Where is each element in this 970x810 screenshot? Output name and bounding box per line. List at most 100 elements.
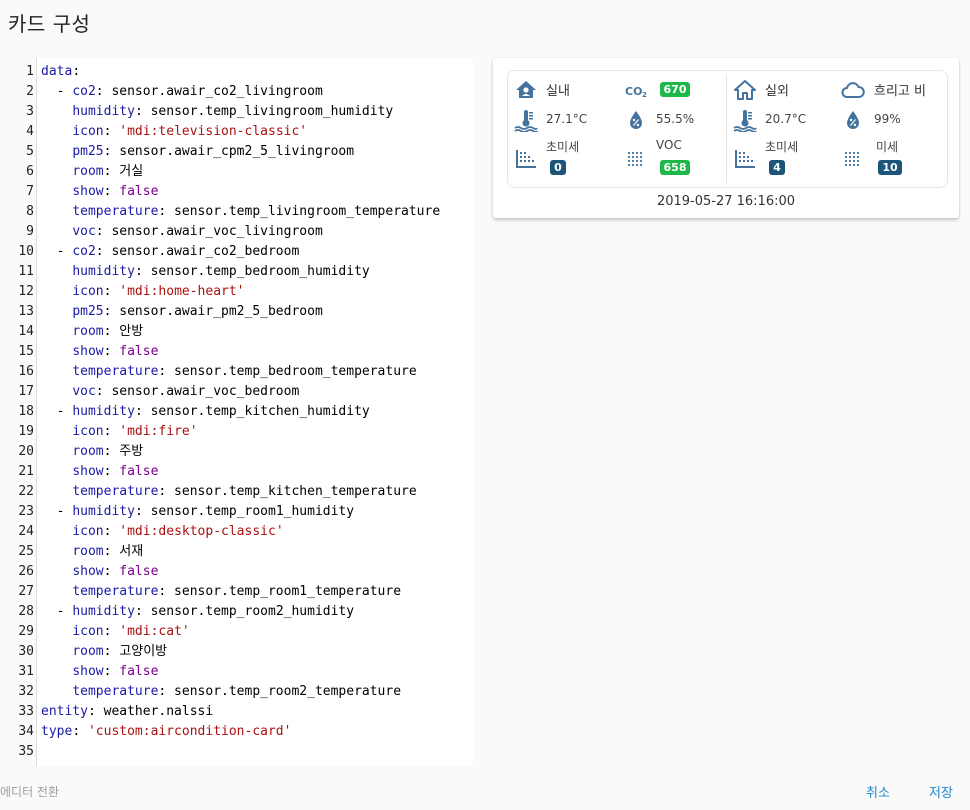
code-line[interactable]: 32 temperature: sensor.temp_room2_temper…: [0, 682, 473, 702]
code-line[interactable]: 3 humidity: sensor.temp_livingroom_humid…: [0, 102, 473, 122]
code-text[interactable]: temperature: sensor.temp_kitchen_tempera…: [41, 482, 416, 502]
code-line[interactable]: 22 temperature: sensor.temp_kitchen_temp…: [0, 482, 473, 502]
cancel-button[interactable]: 취소: [866, 782, 890, 801]
voc-dots-icon: [624, 147, 648, 171]
code-text[interactable]: humidity: sensor.temp_bedroom_humidity: [41, 262, 369, 282]
yaml-text: [41, 684, 72, 699]
code-line[interactable]: 20 room: 주방: [0, 442, 473, 462]
yaml-text: [41, 444, 72, 459]
yaml-text: -: [41, 244, 73, 259]
code-line[interactable]: 21 show: false: [0, 462, 473, 482]
line-number: 35: [18, 744, 34, 759]
code-text[interactable]: icon: 'mdi:desktop-classic': [41, 522, 283, 542]
code-text[interactable]: voc: sensor.awair_voc_livingroom: [41, 222, 322, 242]
code-text[interactable]: - co2: sensor.awair_co2_livingroom: [41, 82, 323, 102]
code-line[interactable]: 29 icon: 'mdi:cat': [0, 622, 473, 642]
code-line[interactable]: 19 icon: 'mdi:fire': [0, 422, 473, 442]
code-line[interactable]: 27 temperature: sensor.temp_room1_temper…: [0, 582, 473, 602]
code-text[interactable]: room: 주방: [41, 442, 143, 462]
code-text[interactable]: show: false: [41, 662, 158, 682]
code-line[interactable]: 8 temperature: sensor.temp_livingroom_te…: [0, 202, 473, 222]
yaml-key: humidity: [72, 264, 135, 279]
code-text[interactable]: show: false: [41, 342, 158, 362]
code-line[interactable]: 35: [0, 742, 473, 762]
line-number: 9: [26, 224, 34, 239]
code-line[interactable]: 23 - humidity: sensor.temp_room1_humidit…: [0, 502, 473, 522]
code-text[interactable]: show: false: [41, 562, 158, 582]
yaml-key: temperature: [72, 584, 159, 599]
yaml-text: -: [41, 504, 73, 519]
code-text[interactable]: - humidity: sensor.temp_kitchen_humidity: [41, 402, 370, 422]
yaml-text: : sensor.temp_room2_humidity: [134, 604, 355, 619]
code-text[interactable]: icon: 'mdi:fire': [41, 422, 197, 442]
code-line[interactable]: 31 show: false: [0, 662, 473, 682]
code-line[interactable]: 4 icon: 'mdi:television-classic': [0, 122, 473, 142]
code-line[interactable]: 11 humidity: sensor.temp_bedroom_humidit…: [0, 262, 473, 282]
code-text[interactable]: data:: [41, 62, 80, 82]
code-text[interactable]: humidity: sensor.temp_livingroom_humidit…: [41, 102, 393, 122]
yaml-text: :: [103, 564, 120, 579]
code-text[interactable]: room: 안방: [41, 322, 143, 342]
dialog-title: 카드 구성: [8, 12, 91, 36]
code-line[interactable]: 5 pm25: sensor.awair_cpm2_5_livingroom: [0, 142, 473, 162]
code-line[interactable]: 25 room: 서재: [0, 542, 473, 562]
code-text[interactable]: - humidity: sensor.temp_room2_humidity: [41, 602, 354, 622]
code-line[interactable]: 16 temperature: sensor.temp_bedroom_temp…: [0, 362, 473, 382]
outdoor-pm25-badge: 4: [769, 160, 785, 175]
code-line[interactable]: 6 room: 거실: [0, 162, 473, 182]
thermometer-water-icon: [733, 108, 757, 132]
yaml-text: [41, 264, 72, 279]
code-line[interactable]: 24 icon: 'mdi:desktop-classic': [0, 522, 473, 542]
code-text[interactable]: icon: 'mdi:television-classic': [41, 122, 307, 142]
toggle-editor-button[interactable]: 에디터 전환: [0, 783, 59, 800]
code-line[interactable]: 13 pm25: sensor.awair_pm2_5_bedroom: [0, 302, 473, 322]
code-text[interactable]: voc: sensor.awair_voc_bedroom: [41, 382, 299, 402]
code-line[interactable]: 7 show: false: [0, 182, 473, 202]
code-line[interactable]: 14 room: 안방: [0, 322, 473, 342]
code-text[interactable]: pm25: sensor.awair_pm2_5_bedroom: [41, 302, 322, 322]
yaml-atom: false: [119, 184, 159, 199]
code-text[interactable]: - humidity: sensor.temp_room1_humidity: [41, 502, 354, 522]
code-text[interactable]: pm25: sensor.awair_cpm2_5_livingroom: [41, 142, 354, 162]
code-line[interactable]: 18 - humidity: sensor.temp_kitchen_humid…: [0, 402, 473, 422]
code-text[interactable]: - co2: sensor.awair_co2_bedroom: [41, 242, 300, 262]
code-line[interactable]: 34 type: 'custom:aircondition-card': [0, 722, 473, 742]
code-line[interactable]: 10 - co2: sensor.awair_co2_bedroom: [0, 242, 473, 262]
yaml-text: [41, 144, 72, 159]
code-text[interactable]: temperature: sensor.temp_bedroom_tempera…: [41, 362, 416, 382]
yaml-key: show: [72, 664, 104, 679]
code-text[interactable]: type: 'custom:aircondition-card': [41, 722, 291, 742]
code-text[interactable]: icon: 'mdi:cat': [41, 622, 189, 642]
code-text[interactable]: room: 서재: [41, 542, 143, 562]
code-text[interactable]: temperature: sensor.temp_room2_temperatu…: [41, 682, 401, 702]
save-button[interactable]: 저장: [929, 782, 953, 801]
yaml-text: [41, 624, 72, 639]
line-number: 25: [18, 544, 34, 559]
yaml-atom: false: [119, 664, 159, 679]
aircondition-card-preview: 실내 CO 2 670 27.1°C 55.5% 초미세 0 VOC 658 실외: [493, 58, 959, 218]
code-text[interactable]: entity: weather.nalssi: [41, 702, 213, 722]
yaml-text: [41, 524, 72, 539]
code-line[interactable]: 2 - co2: sensor.awair_co2_livingroom: [0, 82, 473, 102]
code-line[interactable]: 12 icon: 'mdi:home-heart': [0, 282, 473, 302]
yaml-code-editor[interactable]: 1 data: 2 - co2: sensor.awair_co2_livingro…: [0, 58, 473, 766]
code-line[interactable]: 9 voc: sensor.awair_voc_livingroom: [0, 222, 473, 242]
code-text[interactable]: icon: 'mdi:home-heart': [41, 282, 244, 302]
code-text[interactable]: show: false: [41, 182, 158, 202]
yaml-text: [41, 304, 72, 319]
code-text[interactable]: show: false: [41, 462, 158, 482]
code-line[interactable]: 26 show: false: [0, 562, 473, 582]
line-number: 8: [26, 204, 34, 219]
code-line[interactable]: 15 show: false: [0, 342, 473, 362]
code-line[interactable]: 17 voc: sensor.awair_voc_bedroom: [0, 382, 473, 402]
code-text[interactable]: room: 고양이방: [41, 642, 167, 662]
code-text[interactable]: temperature: sensor.temp_room1_temperatu…: [41, 582, 401, 602]
code-text[interactable]: temperature: sensor.temp_livingroom_temp…: [41, 202, 440, 222]
yaml-key: room: [72, 324, 104, 339]
code-line[interactable]: 33 entity: weather.nalssi: [0, 702, 473, 722]
code-line[interactable]: 30 room: 고양이방: [0, 642, 473, 662]
code-text[interactable]: room: 거실: [41, 162, 143, 182]
yaml-text: : 고양이방: [103, 644, 168, 659]
code-line[interactable]: 28 - humidity: sensor.temp_room2_humidit…: [0, 602, 473, 622]
code-line[interactable]: 1 data:: [0, 62, 473, 82]
